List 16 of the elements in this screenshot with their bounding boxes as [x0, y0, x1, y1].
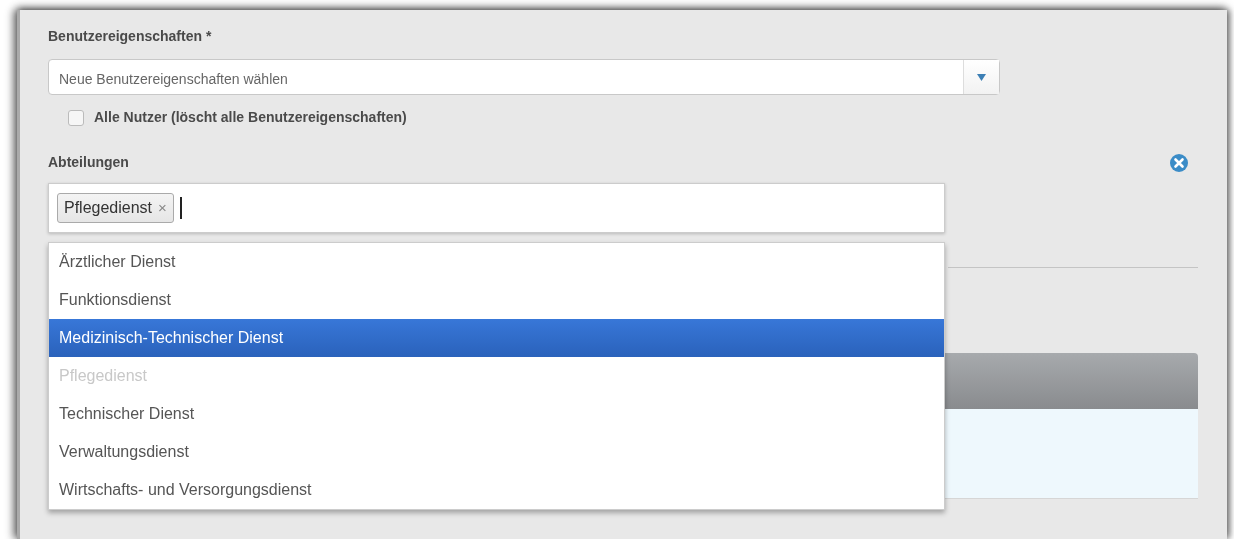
dropdown-option[interactable]: Funktionsdienst [49, 281, 944, 319]
dropdown-option[interactable]: Wirtschafts- und Versorgungsdienst [49, 471, 944, 509]
dropdown-option[interactable]: Verwaltungsdienst [49, 433, 944, 471]
dropdown-option[interactable]: Ärztlicher Dienst [49, 243, 944, 281]
dropdown-option[interactable]: Medizinisch-Technischer Dienst [49, 319, 944, 357]
field-label: Benutzereigenschaften * [48, 27, 213, 46]
dropdown-option[interactable]: Technischer Dienst [49, 395, 944, 433]
checkbox-label: Alle Nutzer (löscht alle Benutzereigenschaften) [94, 108, 407, 127]
select-field[interactable]: Neue Benutzereigenschaften wählen [48, 59, 1000, 95]
caret-icon [977, 73, 986, 81]
text-cursor [179, 197, 182, 219]
clear-icon[interactable] [1170, 153, 1188, 172]
tag-label: Pflegedienst [64, 198, 153, 218]
tag-input-field[interactable]: Pflegedienst × [48, 183, 945, 233]
checkbox[interactable] [68, 109, 84, 126]
field-label: Abteilungen [48, 153, 129, 172]
